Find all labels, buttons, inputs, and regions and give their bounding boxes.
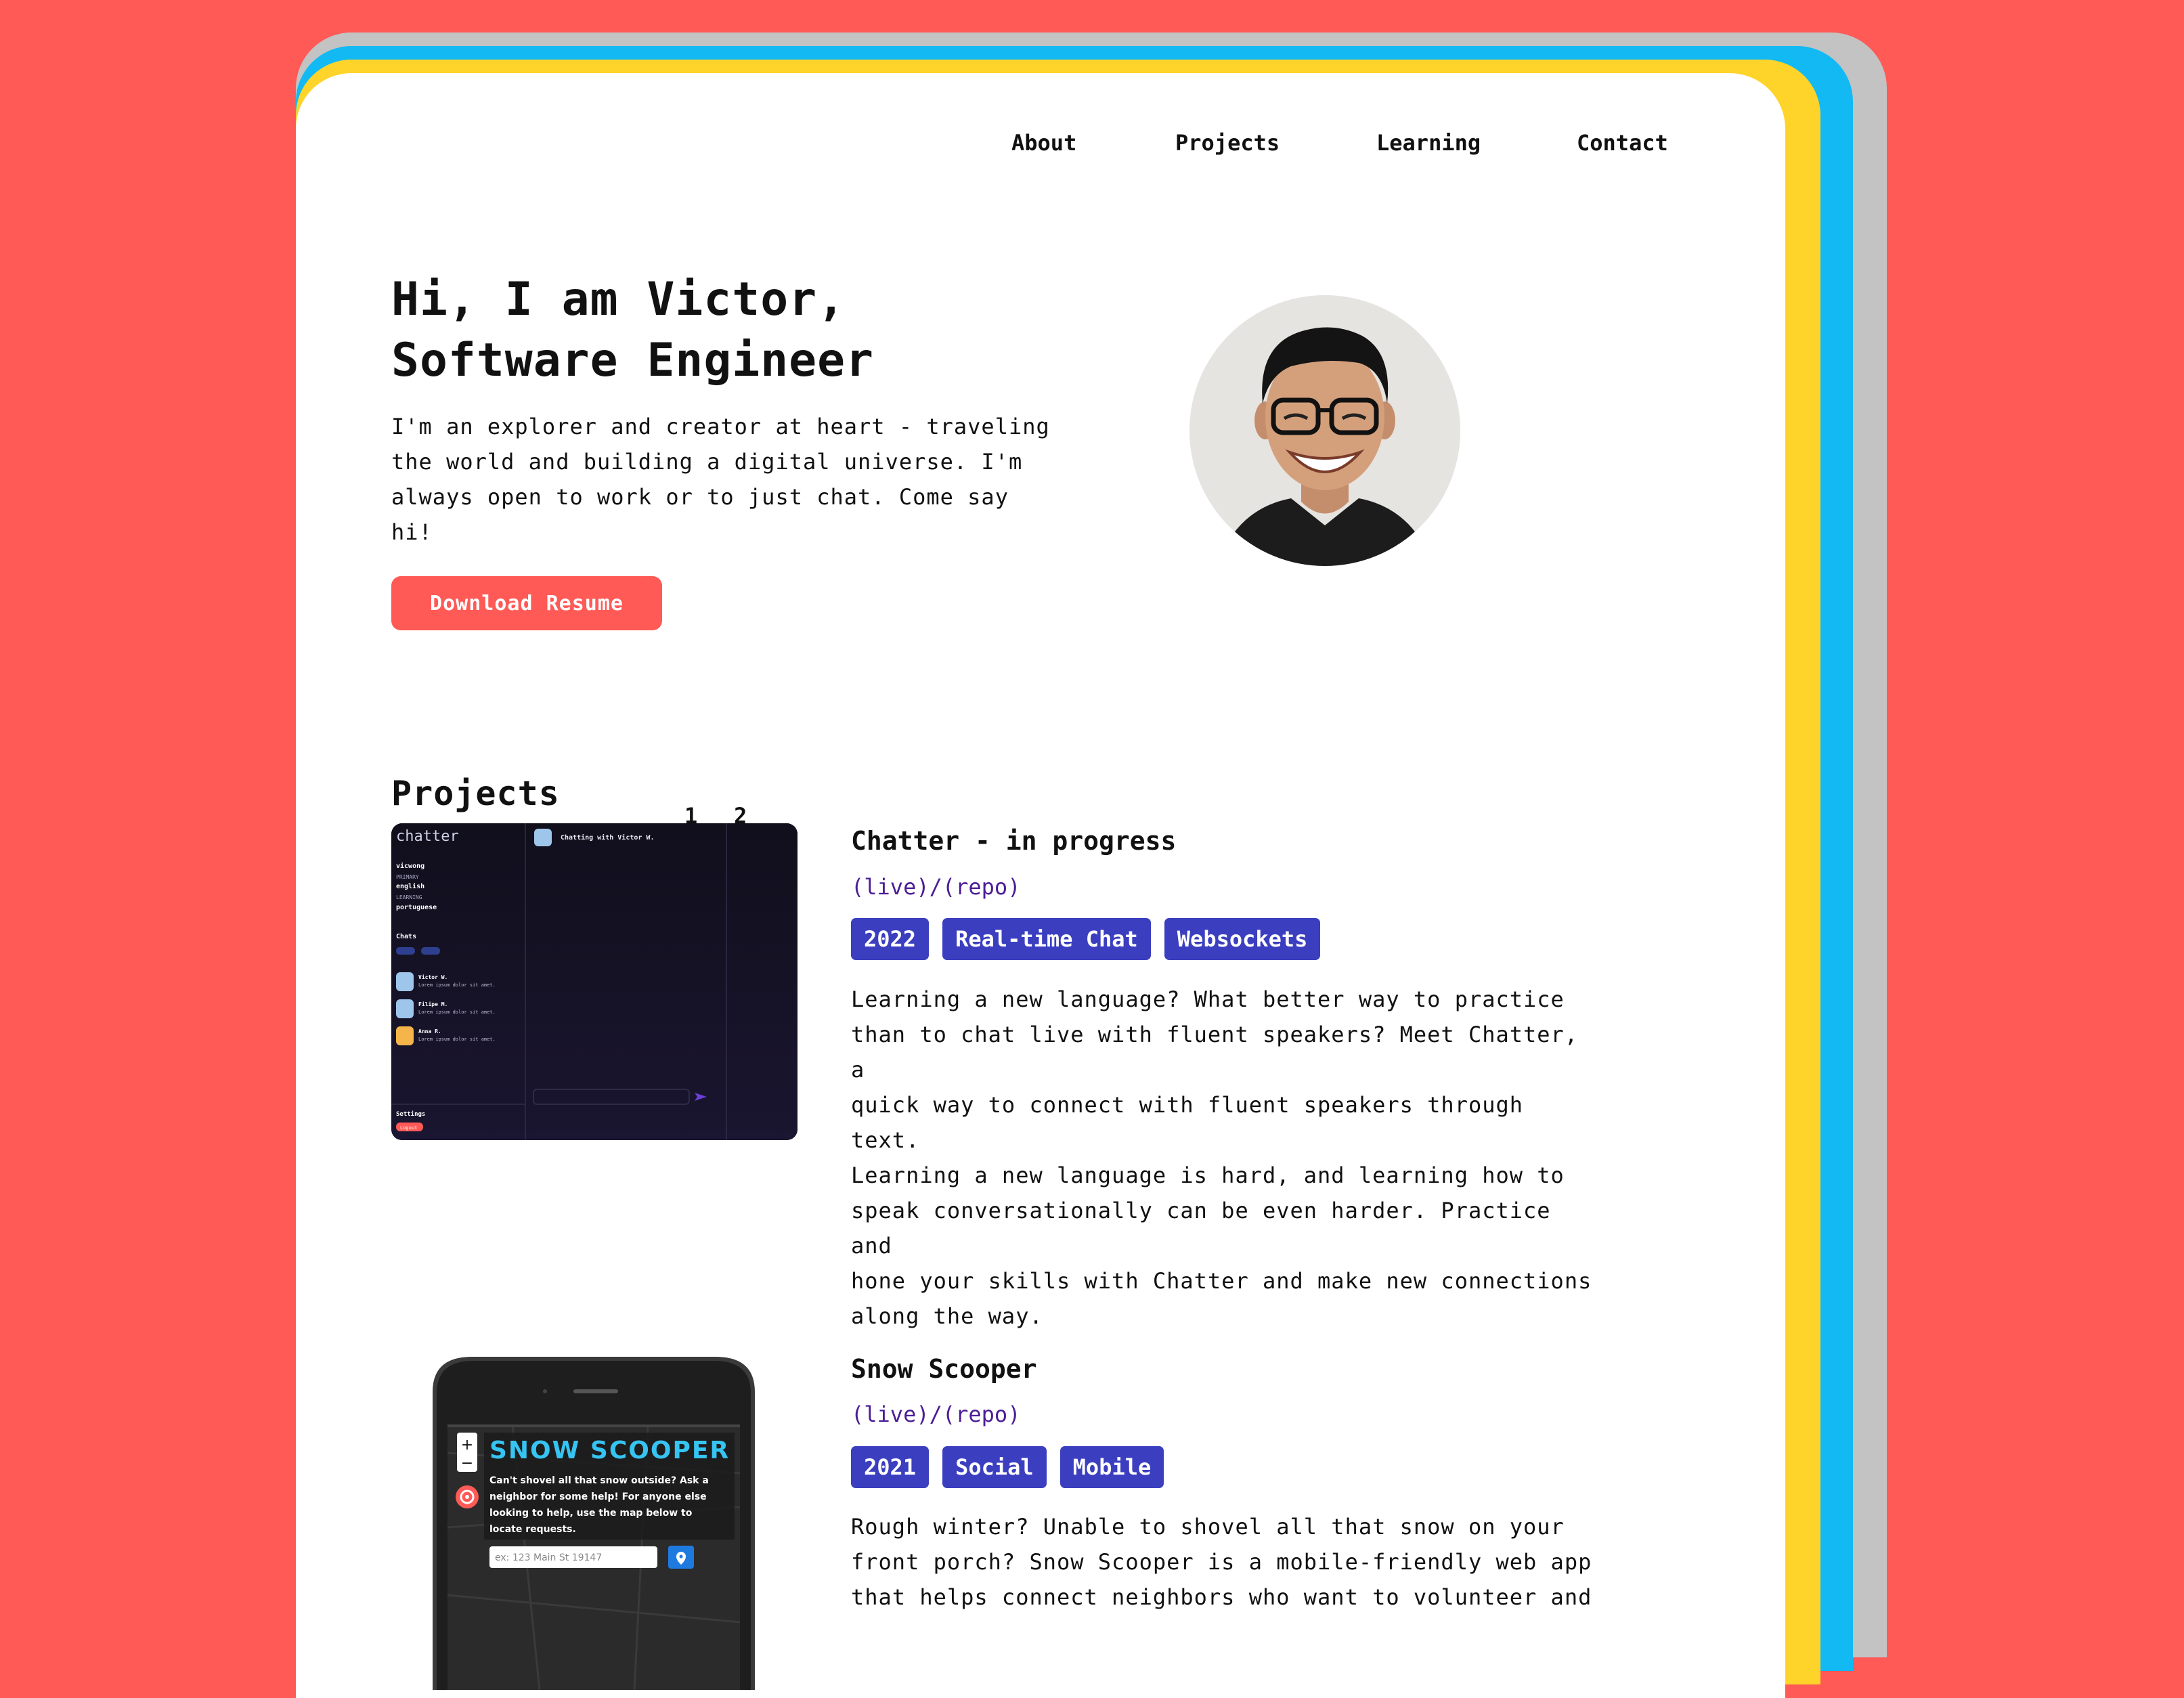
- desc-line: hone your skills with Chatter and make n…: [851, 1268, 1592, 1294]
- hero-title: Hi, I am Victor, Software Engineer: [391, 269, 874, 391]
- project-title-chatter: Chatter - in progress: [851, 826, 1177, 856]
- chatter-primary-label: PRIMARY: [396, 874, 419, 880]
- chatter-learning-label: LEARNING: [396, 894, 422, 900]
- chatter-chat-1-msg: Lorem ipsum dolor sit amet.: [418, 982, 496, 988]
- top-nav: About Projects Learning Contact: [296, 130, 1785, 171]
- desc-line: along the way.: [851, 1303, 1043, 1329]
- nav-contact-link[interactable]: Contact: [1577, 130, 1668, 156]
- snow-scooper-screenshot[interactable]: + − SNOW SCOOPER Can't shovel all that s…: [431, 1351, 756, 1691]
- project-tags-chatter: 2022 Real-time Chat Websockets: [851, 918, 1321, 960]
- project-live-link-chatter[interactable]: (live): [851, 874, 930, 900]
- desc-line: speak conversationally can be even harde…: [851, 1198, 1551, 1259]
- avatar: [1189, 295, 1460, 566]
- chatter-chat-2-name: Filipe M.: [418, 1001, 447, 1007]
- desc-line: quick way to connect with fluent speaker…: [851, 1092, 1524, 1153]
- zoom-in-icon: +: [461, 1437, 473, 1454]
- project-repo-link-snow-scooper[interactable]: (repo): [942, 1401, 1021, 1427]
- hero-title-line-1: Hi, I am Victor,: [391, 273, 846, 326]
- tag-year: 2021: [851, 1446, 930, 1488]
- tag-mobile: Mobile: [1060, 1446, 1164, 1488]
- chatter-user: vicwong: [396, 862, 424, 870]
- link-separator: /: [929, 1401, 942, 1427]
- hero-title-line-2: Software Engineer: [391, 334, 874, 387]
- project-links-chatter: (live)/(repo): [851, 874, 1020, 900]
- chatter-chats-label: Chats: [396, 933, 416, 940]
- address-input-placeholder: ex: 123 Main St 19147: [495, 1552, 602, 1563]
- chatter-header: Chatting with Victor W.: [561, 833, 654, 842]
- tag-year: 2022: [851, 918, 930, 960]
- chatter-chat-3-msg: Lorem ipsum dolor sit amet.: [418, 1037, 496, 1042]
- zoom-out-icon: −: [461, 1455, 473, 1472]
- tag-websockets: Websockets: [1164, 918, 1321, 960]
- chatter-chat-1-name: Victor W.: [418, 974, 447, 980]
- link-separator: /: [929, 874, 942, 900]
- project-repo-link-chatter[interactable]: (repo): [942, 874, 1021, 900]
- avatar-portrait: [1189, 295, 1460, 566]
- projects-heading: Projects: [391, 774, 560, 813]
- project-description-snow-scooper: Rough winter? Unable to shovel all that …: [851, 1509, 1596, 1615]
- snow-blurb-line-4: locate requests.: [489, 1524, 576, 1535]
- snow-blurb-line-1: Can't shovel all that snow outside? Ask …: [489, 1475, 709, 1486]
- chatter-primary-lang: english: [396, 882, 424, 890]
- nav-projects-link[interactable]: Projects: [1175, 130, 1280, 156]
- download-resume-button[interactable]: Download Resume: [391, 576, 662, 630]
- desc-line: Rough winter? Unable to shovel all that …: [851, 1514, 1565, 1540]
- snow-blurb-line-2: neighbor for some help! For anyone else: [489, 1492, 707, 1502]
- hero-intro-line-1: I'm an explorer and creator at heart - t…: [391, 414, 1050, 439]
- project-live-link-snow-scooper[interactable]: (live): [851, 1401, 930, 1427]
- hero-intro-line-3: always open to work or to just chat. Com…: [391, 484, 1009, 545]
- chatter-logo: chatter: [396, 828, 459, 845]
- desc-line: that helps connect neighbors who want to…: [851, 1584, 1592, 1610]
- project-title-snow-scooper: Snow Scooper: [851, 1354, 1037, 1384]
- desc-line: Learning a new language? What better way…: [851, 986, 1565, 1012]
- hero-intro-line-2: the world and building a digital univers…: [391, 449, 1023, 475]
- desc-line: Learning a new language is hard, and lea…: [851, 1162, 1565, 1188]
- chatter-learning-lang: portuguese: [396, 904, 437, 911]
- chatter-chat-3-name: Anna R.: [418, 1028, 441, 1035]
- chatter-screenshot[interactable]: chatter Chatting with Victor W. vicwong …: [391, 823, 798, 1140]
- nav-learning-link[interactable]: Learning: [1376, 130, 1481, 156]
- tag-realtime-chat: Real-time Chat: [942, 918, 1151, 960]
- tag-social: Social: [942, 1446, 1047, 1488]
- desc-line: front porch? Snow Scooper is a mobile-fr…: [851, 1549, 1592, 1575]
- chatter-logout: Logout: [400, 1125, 417, 1131]
- project-tags-snow-scooper: 2021 Social Mobile: [851, 1446, 1164, 1488]
- chatter-chat-2-msg: Lorem ipsum dolor sit amet.: [418, 1009, 496, 1015]
- snow-scooper-logo: SNOW SCOOPER: [489, 1437, 730, 1464]
- nav-about-link[interactable]: About: [1011, 130, 1076, 156]
- project-description-chatter: Learning a new language? What better way…: [851, 982, 1596, 1334]
- chatter-settings: Settings: [396, 1110, 425, 1118]
- snow-scooper-phone-art: + − SNOW SCOOPER Can't shovel all that s…: [433, 1357, 755, 1691]
- hero-intro: I'm an explorer and creator at heart - t…: [391, 409, 1055, 550]
- project-links-snow-scooper: (live)/(repo): [851, 1401, 1020, 1427]
- snow-blurb-line-3: looking to help, use the map below to: [489, 1508, 693, 1519]
- desc-line: than to chat live with fluent speakers? …: [851, 1022, 1579, 1083]
- main-card: About Projects Learning Contact Hi, I am…: [296, 73, 1785, 1698]
- chatter-screenshot-art: chatter Chatting with Victor W. vicwong …: [391, 823, 798, 1140]
